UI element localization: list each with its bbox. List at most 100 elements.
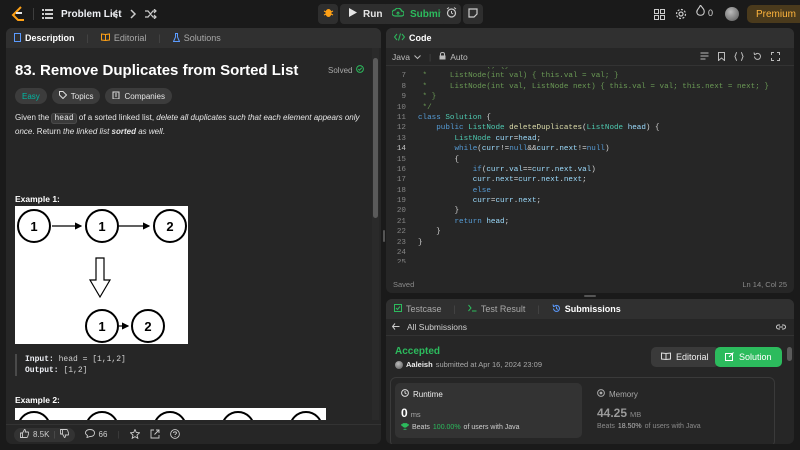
list-node: 2 [131, 309, 165, 343]
book-icon [100, 33, 110, 43]
example-2-diagram: 1 1 2 3 3 [15, 408, 326, 420]
submission-detail: Accepted Aaleish submitted at Apr 16, 20… [386, 337, 786, 444]
tab-testcase[interactable]: Testcase [394, 304, 442, 314]
description-content[interactable]: 83. Remove Duplicates from Sorted List S… [6, 48, 372, 420]
code-line: 24 [396, 249, 406, 258]
language-select[interactable]: Java [392, 52, 421, 62]
runtime-card[interactable]: Runtime 0 ms Beats 100.00% of users with… [395, 383, 582, 438]
shuffle-icon[interactable] [142, 5, 160, 23]
code-line: 7 * ListNode(int val) { this.val = val; … [401, 72, 619, 81]
chevron-left-icon[interactable] [106, 5, 124, 23]
premium-button[interactable]: Premium [747, 5, 800, 23]
submitter-name[interactable]: Aaleish [406, 360, 433, 369]
horizontal-resize-handle[interactable] [584, 295, 596, 297]
leetcode-logo-icon[interactable] [10, 5, 28, 23]
tab-solutions[interactable]: Solutions [172, 32, 221, 44]
note-icon [468, 7, 478, 21]
lock-icon [439, 51, 446, 62]
result-panel: Testcase | Test Result | Submissions All… [386, 299, 794, 444]
companies-tag[interactable]: Companies [105, 88, 172, 104]
code-line: 23} [396, 238, 423, 247]
memory-beats-percent: 18.50% [617, 423, 642, 430]
star-icon[interactable] [128, 427, 141, 441]
run-label: Run [363, 8, 383, 20]
autosave-mode[interactable]: Auto [439, 52, 468, 62]
tag-icon [58, 91, 68, 101]
statement-emphasis: as well [135, 127, 163, 136]
share-icon[interactable] [150, 429, 160, 441]
reset-icon[interactable] [753, 52, 762, 63]
vertical-resize-handle[interactable] [383, 230, 385, 242]
book-icon [661, 352, 671, 362]
tab-submissions[interactable]: Submissions [552, 303, 621, 315]
thumbs-down-icon[interactable] [59, 429, 69, 440]
gear-icon[interactable] [672, 5, 690, 23]
scrollbar-thumb[interactable] [787, 347, 792, 361]
like-button[interactable]: 8.5K | [14, 427, 75, 442]
difficulty-tag[interactable]: Easy [15, 88, 47, 104]
topics-tag[interactable]: Topics [51, 88, 101, 104]
editor-actions [700, 52, 780, 63]
solution-button[interactable]: Solution [715, 347, 782, 367]
memory-card[interactable]: Memory 44.25 MB Beats 18.50% of users wi… [591, 383, 771, 438]
debug-button[interactable] [318, 4, 338, 24]
code-line: 10 */ [396, 103, 432, 112]
result-scrollbar[interactable] [787, 339, 793, 439]
all-submissions-link[interactable]: All Submissions [407, 322, 467, 332]
tab-divider: | [453, 304, 456, 314]
scrollbar-thumb[interactable] [373, 58, 378, 218]
list-node: 1 [17, 209, 51, 243]
editorial-button[interactable]: Editorial [651, 347, 719, 367]
code-brackets-icon [393, 33, 406, 43]
bookmark-icon[interactable] [718, 52, 725, 63]
curly-braces-icon[interactable] [734, 52, 744, 63]
description-scrollbar[interactable] [372, 48, 379, 420]
checkbox-icon [394, 304, 402, 314]
arrow-left-icon[interactable] [391, 322, 400, 332]
tab-test-result[interactable]: Test Result [467, 304, 525, 314]
save-status: Saved [393, 279, 415, 289]
code-editor[interactable]: 6 * ListNode() {} 7 * ListNode(int val) … [386, 67, 786, 263]
divider: | [428, 51, 432, 62]
edit-icon [725, 351, 734, 363]
expand-icon[interactable] [771, 52, 780, 63]
history-icon [552, 303, 561, 315]
example-1-title: Example 1: [15, 194, 60, 204]
layout-grid-icon[interactable] [650, 5, 668, 23]
beats-suffix: of users with Java [644, 423, 701, 430]
building-icon [112, 91, 120, 101]
description-panel: Description | Editorial | Solutions 83. … [6, 28, 381, 444]
tab-editorial[interactable]: Editorial [100, 33, 147, 43]
description-tab-bar: Description | Editorial | Solutions [6, 28, 381, 48]
premium-label: Premium [756, 8, 797, 20]
code-line: 21 return head; [396, 217, 510, 226]
chevron-right-icon[interactable] [124, 5, 142, 23]
divider: | [117, 430, 120, 439]
alarm-clock-icon [446, 7, 457, 21]
tab-editorial-label: Editorial [113, 33, 147, 43]
input-value: head = [1,1,2] [58, 355, 126, 364]
notes-button[interactable] [463, 4, 483, 24]
code-line: 16 if(curr.val==curr.next.val) [396, 165, 596, 174]
chevron-down-icon [414, 52, 421, 62]
statement-text: . [162, 127, 165, 136]
tab-description[interactable]: Description [14, 32, 75, 44]
divider: | [53, 430, 56, 439]
memory-header: Memory [597, 389, 638, 399]
tab-code[interactable]: Code [393, 33, 432, 43]
beats-suffix: of users with Java [463, 424, 520, 431]
text-format-icon[interactable] [700, 52, 709, 63]
check-circle-icon [356, 65, 365, 75]
code-line: 13 ListNode curr=head; [396, 134, 542, 143]
streak-counter[interactable]: 0 [696, 3, 713, 20]
runtime-label: Runtime [413, 389, 443, 399]
avatar[interactable] [725, 7, 739, 21]
bug-icon [323, 7, 334, 21]
list-icon [38, 5, 56, 23]
link-icon[interactable] [776, 323, 786, 333]
runtime-beats-percent: 100.00% [432, 424, 461, 431]
help-icon[interactable] [169, 428, 180, 441]
topics-label: Topics [70, 91, 94, 101]
comments-button[interactable]: 66 [84, 429, 107, 440]
timer-button[interactable] [441, 4, 461, 24]
